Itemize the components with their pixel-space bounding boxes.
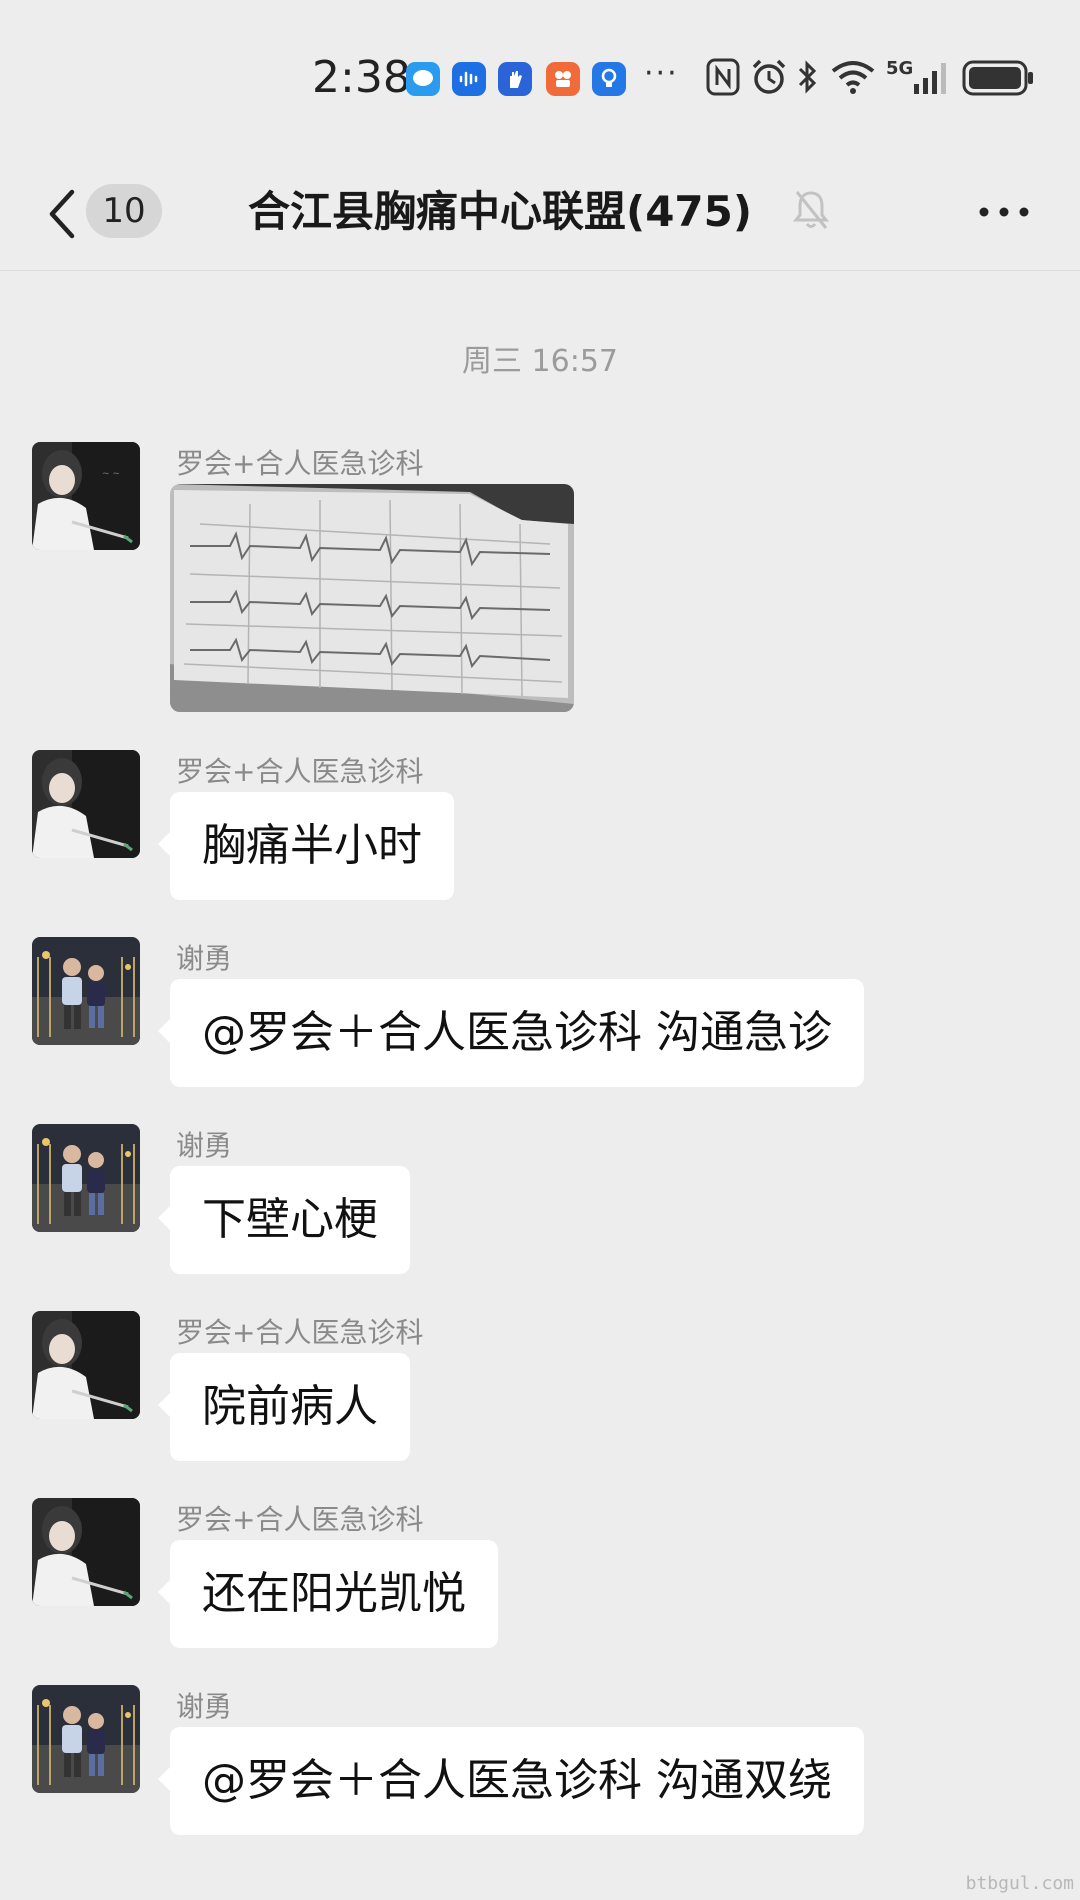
message-bubble[interactable]: @罗会＋合人医急诊科 沟通急诊 <box>158 979 864 1087</box>
message-bubble[interactable]: 胸痛半小时 <box>158 792 454 900</box>
message-item: 罗会+合人医急诊科 胸痛半小时 <box>0 750 1080 900</box>
voice-app-icon <box>452 62 486 96</box>
sender-name: 罗会+合人医急诊科 <box>176 755 424 788</box>
sender-name: 谢勇 <box>176 1690 233 1723</box>
message-item: 谢勇 下壁心梗 <box>0 1124 1080 1274</box>
bluetooth-icon <box>798 60 817 94</box>
chat-timestamp: 周三 16:57 <box>462 344 618 379</box>
message-bubble[interactable]: 院前病人 <box>158 1353 410 1461</box>
video-app-icon <box>546 62 580 96</box>
avatar[interactable] <box>32 1498 140 1606</box>
more-notifications-icon: ··· <box>644 56 679 91</box>
message-bubble[interactable]: @罗会＋合人医急诊科 沟通双绕 <box>158 1727 864 1835</box>
message-bubble[interactable]: 还在阳光凯悦 <box>158 1540 498 1648</box>
message-item: 谢勇 @罗会＋合人医急诊科 沟通双绕 <box>0 1685 1080 1835</box>
message-bubble[interactable]: 下壁心梗 <box>158 1166 410 1274</box>
message-item: 谢勇 @罗会＋合人医急诊科 沟通急诊 <box>0 937 1080 1087</box>
message-item: ~ ~ 罗会+合人医急诊科 <box>0 442 1080 722</box>
message-app-icon <box>406 62 440 96</box>
status-bar: 2:38 ··· 5G <box>0 0 1080 160</box>
signal-icon <box>914 63 946 94</box>
avatar[interactable] <box>32 937 140 1045</box>
battery-icon <box>962 60 1033 96</box>
back-icon[interactable] <box>44 184 80 244</box>
chat-title: 合江县胸痛中心联盟(475) <box>248 187 753 236</box>
svg-text:~ ~: ~ ~ <box>102 469 120 479</box>
status-time: 2:38 <box>312 52 411 103</box>
message-item: 罗会+合人医急诊科 还在阳光凯悦 <box>0 1498 1080 1648</box>
avatar[interactable] <box>32 1685 140 1793</box>
message-item: 罗会+合人医急诊科 院前病人 <box>0 1311 1080 1461</box>
avatar[interactable]: ~ ~ <box>32 442 140 550</box>
more-options-button[interactable] <box>976 182 1032 242</box>
unread-count-badge[interactable]: 10 <box>86 184 162 238</box>
alarm-icon <box>752 59 786 94</box>
sender-name: 谢勇 <box>176 1129 233 1162</box>
sender-name: 罗会+合人医急诊科 <box>176 1503 424 1536</box>
avatar[interactable] <box>32 1124 140 1232</box>
watermark: btbgul.com <box>965 1873 1074 1894</box>
chat-header: 10 合江县胸痛中心联盟(475) <box>0 160 1080 271</box>
network-type-label: 5G <box>886 58 914 79</box>
avatar[interactable] <box>32 750 140 858</box>
sender-name: 罗会+合人医急诊科 <box>176 447 424 480</box>
wifi-icon <box>831 61 875 94</box>
bulb-app-icon <box>592 62 626 96</box>
mute-bell-icon <box>792 191 830 229</box>
nfc-icon <box>706 58 740 96</box>
sender-name: 罗会+合人医急诊科 <box>176 1316 424 1349</box>
sender-name: 谢勇 <box>176 942 233 975</box>
hand-app-icon <box>498 62 532 96</box>
image-message[interactable] <box>170 484 574 712</box>
avatar[interactable] <box>32 1311 140 1419</box>
